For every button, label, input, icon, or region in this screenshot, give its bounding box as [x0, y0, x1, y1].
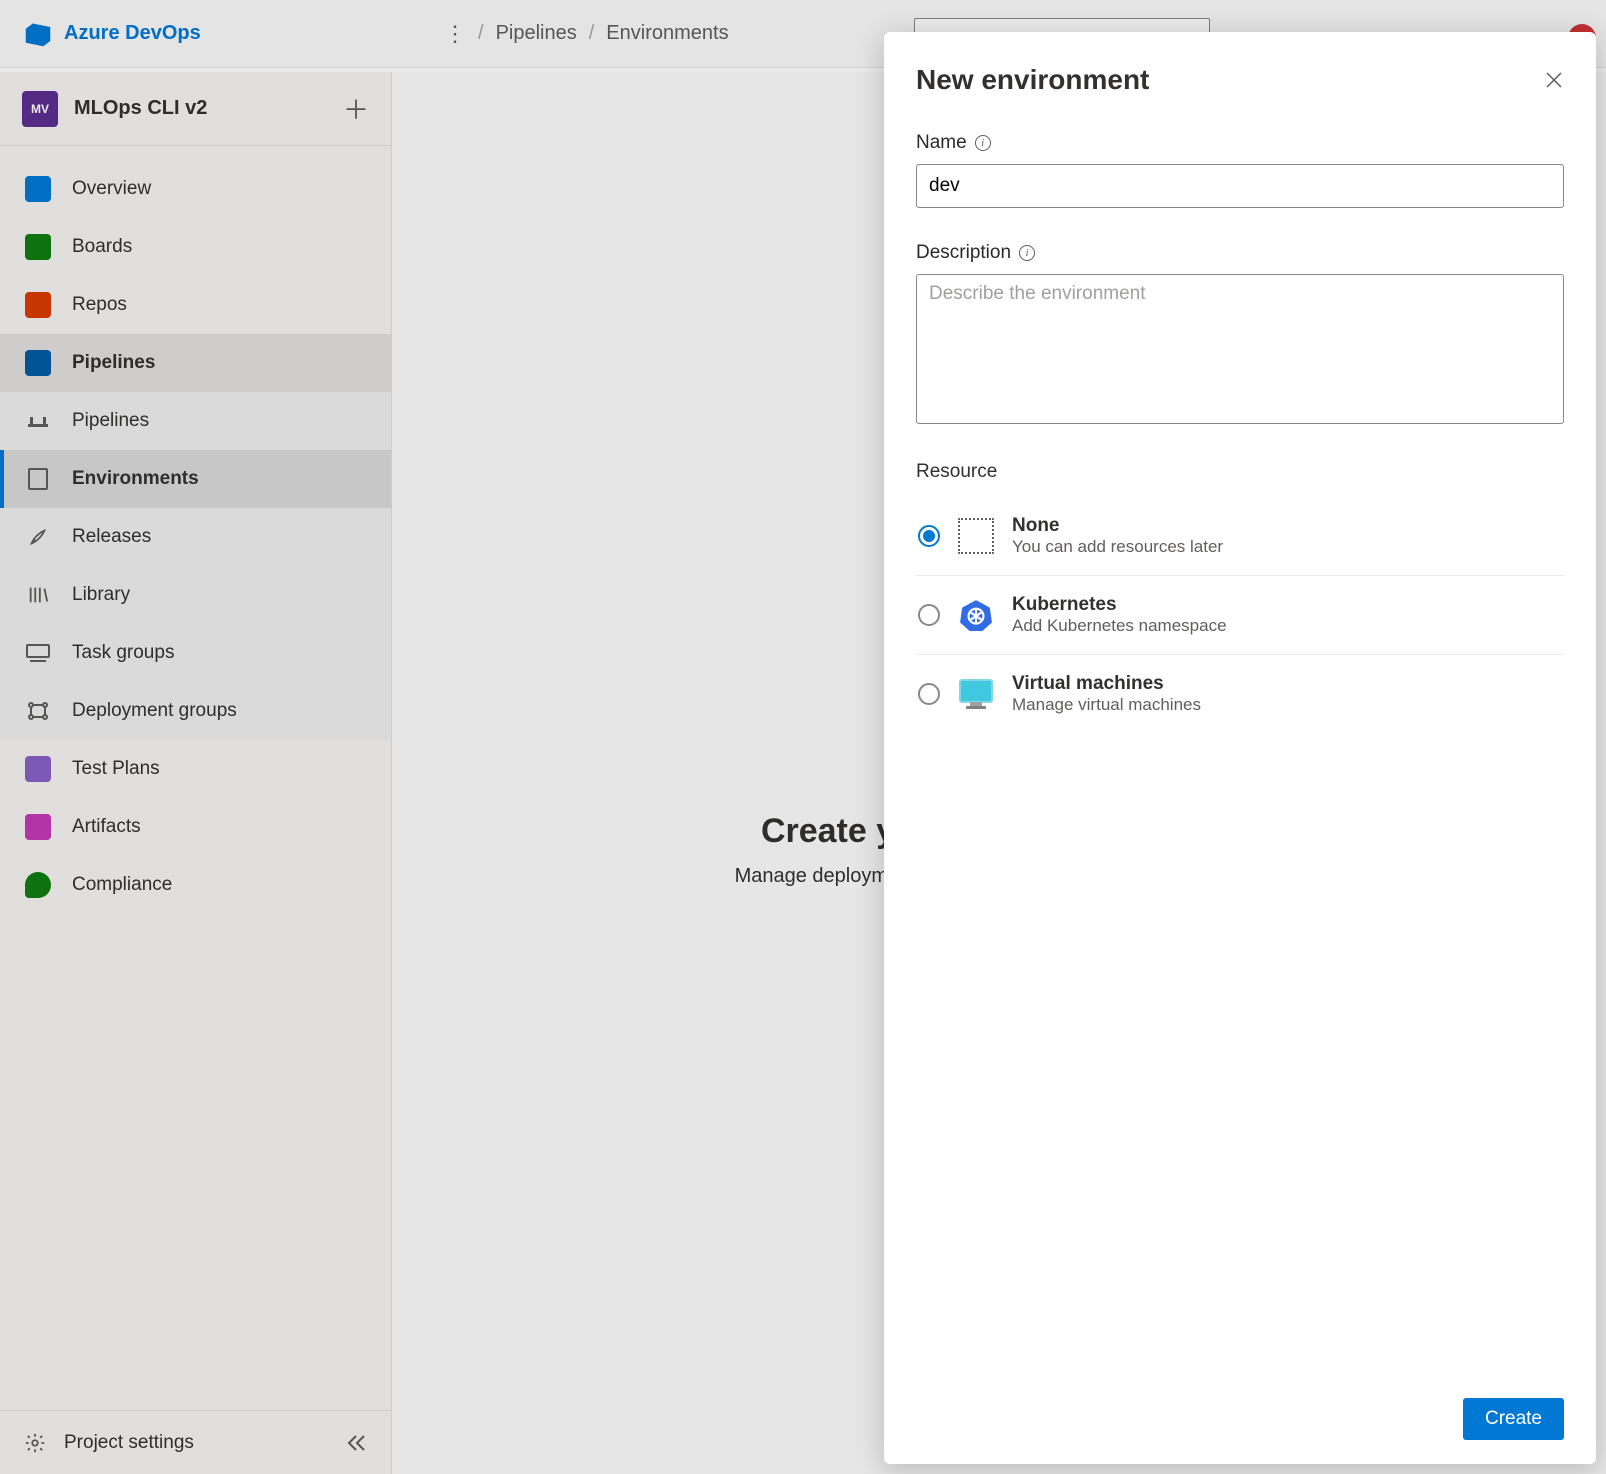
info-icon[interactable]: i — [975, 135, 991, 151]
panel-title: New environment — [916, 64, 1149, 96]
resource-option-none[interactable]: None You can add resources later — [916, 497, 1564, 576]
resource-option-vm[interactable]: Virtual machines Manage virtual machines — [916, 655, 1564, 733]
resource-label: Resource — [916, 461, 1564, 483]
new-environment-panel: New environment Name i Description i Res… — [884, 32, 1596, 1464]
create-button[interactable]: Create — [1463, 1398, 1564, 1440]
radio-kubernetes[interactable] — [918, 604, 940, 626]
resource-subtitle: You can add resources later — [1012, 537, 1223, 557]
resource-subtitle: Manage virtual machines — [1012, 695, 1201, 715]
resource-title: Virtual machines — [1012, 673, 1201, 695]
name-field: Name i — [916, 132, 1564, 208]
panel-footer: Create — [916, 1398, 1564, 1440]
resource-option-kubernetes[interactable]: Kubernetes Add Kubernetes namespace — [916, 576, 1564, 655]
resource-list: None You can add resources later Kuberne… — [916, 497, 1564, 733]
resource-subtitle: Add Kubernetes namespace — [1012, 616, 1227, 636]
panel-header: New environment — [916, 64, 1564, 96]
vm-icon — [958, 676, 994, 712]
kubernetes-icon — [958, 597, 994, 633]
radio-vm[interactable] — [918, 683, 940, 705]
name-label: Name — [916, 132, 967, 154]
description-field: Description i — [916, 242, 1564, 427]
radio-none[interactable] — [918, 525, 940, 547]
description-input[interactable] — [916, 274, 1564, 424]
info-icon[interactable]: i — [1019, 245, 1035, 261]
name-input[interactable] — [916, 164, 1564, 208]
description-label: Description — [916, 242, 1011, 264]
resource-title: Kubernetes — [1012, 594, 1227, 616]
close-icon[interactable] — [1544, 70, 1564, 90]
resource-title: None — [1012, 515, 1223, 537]
none-icon — [958, 518, 994, 554]
